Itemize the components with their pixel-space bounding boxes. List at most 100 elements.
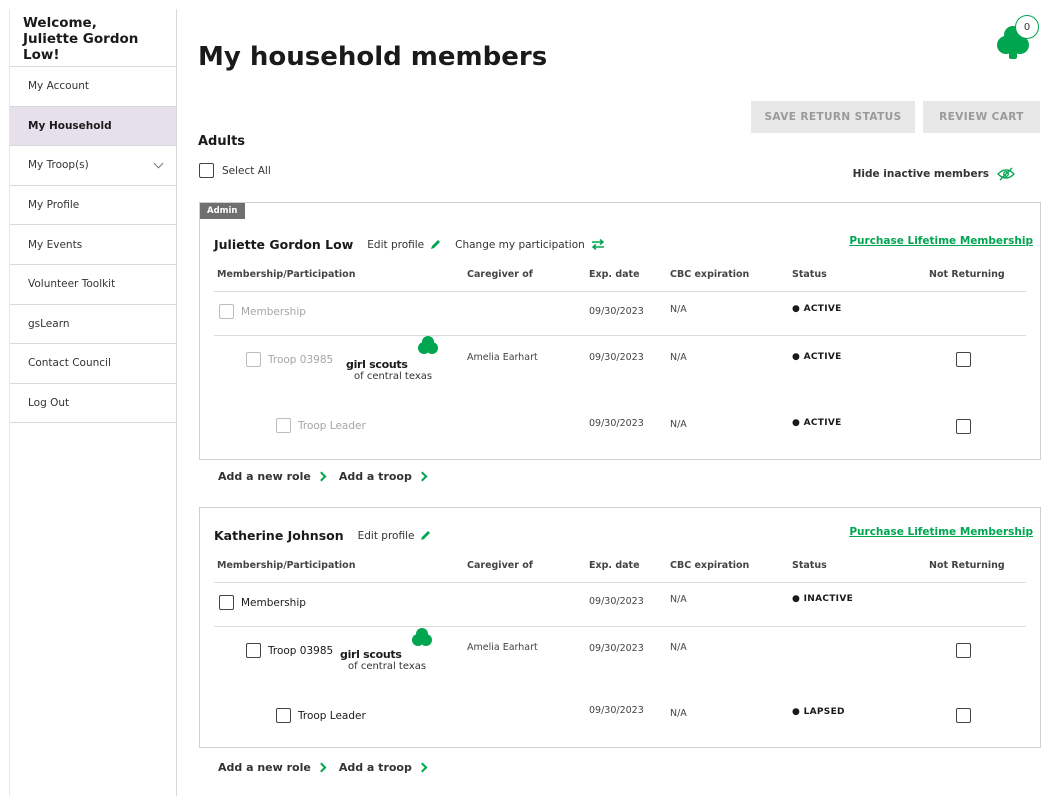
sidebar-item-gslearn[interactable]: gsLearn (10, 305, 176, 345)
row-checkbox[interactable] (276, 418, 291, 433)
not-returning-checkbox[interactable] (956, 643, 971, 658)
column-header-not-returning: Not Returning (929, 560, 1005, 571)
select-all-checkbox[interactable] (199, 163, 214, 178)
column-header-cbc: CBC expiration (670, 560, 750, 571)
council-logo: girl scouts of central texas (346, 336, 446, 384)
exp-date: 09/30/2023 (589, 306, 644, 317)
member-header: Juliette Gordon Low Edit profile Change … (214, 237, 605, 252)
row-troop: Troop 03985 (246, 643, 333, 658)
sidebar-item-my-account[interactable]: My Account (10, 67, 176, 107)
chevron-right-icon (316, 471, 327, 482)
eye-slash-icon (997, 167, 1015, 181)
cbc-expiration: N/A (670, 594, 687, 605)
welcome-line2: Juliette Gordon Low! (23, 31, 139, 63)
exp-date: 09/30/2023 (589, 596, 644, 607)
status-text: LAPSED (803, 707, 845, 717)
status-badge: ● ACTIVE (792, 352, 842, 362)
hide-inactive-toggle[interactable]: Hide inactive members (853, 167, 1015, 181)
pencil-icon (421, 531, 431, 540)
section-heading-adults: Adults (198, 134, 246, 149)
row-checkbox[interactable] (246, 352, 261, 367)
cart-count-badge: 0 (1015, 15, 1039, 39)
row-checkbox[interactable] (219, 595, 234, 610)
pencil-icon (431, 240, 441, 249)
select-all-label: Select All (222, 164, 271, 177)
status-badge: ● ACTIVE (792, 418, 842, 428)
exp-date: 09/30/2023 (589, 705, 644, 716)
swap-arrows-icon (591, 239, 604, 250)
council-logo: girl scouts of central texas (340, 626, 440, 674)
sidebar-item-my-profile[interactable]: My Profile (10, 186, 176, 226)
status-badge: ● INACTIVE (792, 594, 854, 604)
row-checkbox[interactable] (246, 643, 261, 658)
not-returning-checkbox[interactable] (956, 352, 971, 367)
row-label: Troop 03985 (268, 644, 334, 657)
logo-text-line1: girl scouts (340, 648, 402, 661)
add-new-role-label: Add a new role (218, 470, 311, 483)
member-card: Katherine Johnson Edit profile Purchase … (199, 507, 1041, 748)
admin-badge: Admin (200, 203, 245, 219)
add-troop-link[interactable]: Add a troop (338, 761, 428, 774)
add-new-role-link[interactable]: Add a new role (218, 470, 327, 483)
column-header-status: Status (792, 269, 827, 280)
edit-profile-label: Edit profile (367, 238, 425, 251)
edit-profile-link[interactable]: Edit profile (367, 239, 441, 251)
add-troop-label: Add a troop (338, 761, 412, 774)
column-header-membership: Membership/Participation (217, 560, 356, 571)
page-title: My household members (198, 42, 548, 72)
sidebar-item-my-household[interactable]: My Household (10, 106, 176, 147)
save-return-status-button[interactable]: SAVE RETURN STATUS (751, 101, 915, 133)
exp-date: 09/30/2023 (589, 418, 644, 429)
divider (214, 335, 1026, 336)
not-returning-checkbox[interactable] (956, 419, 971, 434)
cart-button[interactable]: 0 (993, 15, 1039, 61)
exp-date: 09/30/2023 (589, 352, 644, 363)
edit-profile-label: Edit profile (357, 529, 415, 542)
sidebar-item-log-out[interactable]: Log Out (10, 384, 176, 424)
cbc-expiration: N/A (670, 304, 687, 315)
purchase-lifetime-membership-link[interactable]: Purchase Lifetime Membership (849, 526, 1033, 538)
welcome-message: Welcome, Juliette Gordon Low! (10, 9, 176, 67)
sidebar: Welcome, Juliette Gordon Low! My Account… (9, 9, 177, 796)
not-returning-checkbox[interactable] (956, 708, 971, 723)
row-label: Troop Leader (298, 419, 366, 432)
add-troop-link[interactable]: Add a troop (339, 470, 428, 483)
column-header-not-returning: Not Returning (929, 269, 1005, 280)
sidebar-item-label: gsLearn (28, 317, 70, 330)
caregiver-of: Amelia Earhart (467, 642, 538, 653)
column-header-exp-date: Exp. date (589, 560, 640, 571)
divider (214, 291, 1026, 292)
divider (214, 582, 1026, 583)
sidebar-item-my-events[interactable]: My Events (10, 225, 176, 265)
member-name: Katherine Johnson (214, 528, 344, 543)
row-checkbox[interactable] (219, 304, 234, 319)
sidebar-item-label: My Account (28, 80, 90, 93)
purchase-lifetime-membership-link[interactable]: Purchase Lifetime Membership (849, 235, 1033, 247)
caregiver-of: Amelia Earhart (467, 352, 538, 363)
sidebar-item-label: Contact Council (28, 357, 111, 370)
status-text: ACTIVE (803, 352, 842, 362)
add-new-role-label: Add a new role (218, 761, 311, 774)
add-links: Add a new role Add a troop (218, 761, 428, 774)
add-new-role-link[interactable]: Add a new role (218, 761, 327, 774)
status-text: ACTIVE (803, 304, 842, 314)
add-links: Add a new role Add a troop (218, 470, 428, 483)
review-cart-button[interactable]: REVIEW CART (923, 101, 1040, 133)
sidebar-item-volunteer-toolkit[interactable]: Volunteer Toolkit (10, 265, 176, 305)
row-label: Troop Leader (298, 709, 366, 722)
cbc-expiration: N/A (670, 352, 687, 363)
edit-profile-link[interactable]: Edit profile (358, 530, 432, 542)
row-checkbox[interactable] (276, 708, 291, 723)
column-header-caregiver: Caregiver of (467, 269, 533, 280)
change-participation-link[interactable]: Change my participation (455, 239, 605, 251)
column-header-exp-date: Exp. date (589, 269, 640, 280)
status-badge: ● ACTIVE (792, 304, 842, 314)
cbc-expiration: N/A (670, 419, 687, 430)
exp-date: 09/30/2023 (589, 643, 644, 654)
sidebar-item-contact-council[interactable]: Contact Council (10, 344, 176, 384)
sidebar-item-my-troops[interactable]: My Troop(s) (10, 146, 176, 186)
sidebar-item-label: My Events (28, 238, 83, 251)
status-badge: ● LAPSED (792, 707, 845, 717)
column-header-membership: Membership/Participation (217, 269, 356, 280)
select-all-control[interactable]: Select All (199, 163, 271, 178)
